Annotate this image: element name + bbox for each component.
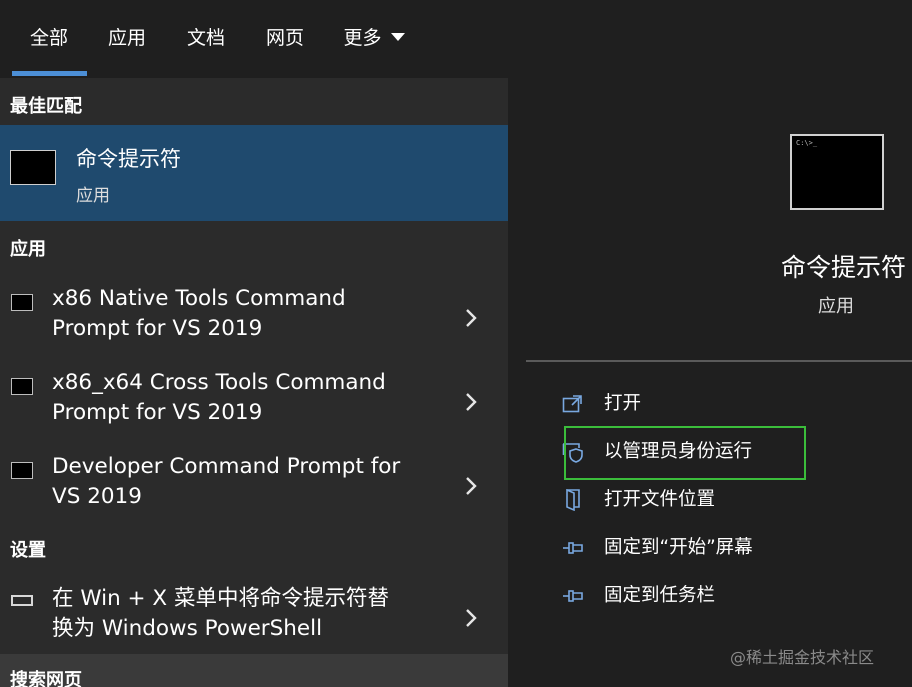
- app-item-label: Developer Command Prompt for VS 2019: [52, 452, 432, 512]
- app-item-x86-x64-cross-tools[interactable]: x86_x64 Cross Tools Command Prompt for V…: [0, 366, 508, 448]
- open-icon: [562, 395, 582, 413]
- settings-item-replace-powershell[interactable]: 在 Win + X 菜单中将命令提示符替 换为 Windows PowerShe…: [0, 582, 508, 664]
- chevron-right-icon[interactable]: [464, 308, 478, 328]
- chevron-right-icon[interactable]: [464, 608, 478, 628]
- action-pin-to-taskbar-label: 固定到任务栏: [604, 585, 716, 606]
- detail-title: 命令提示符: [780, 253, 906, 282]
- pin-icon: [563, 590, 583, 602]
- action-open-file-location-label: 打开文件位置: [604, 489, 716, 510]
- action-run-as-admin-label: 以管理员身份运行: [604, 441, 753, 462]
- chevron-right-icon[interactable]: [464, 392, 478, 412]
- app-item-line2: Prompt for VS 2019: [52, 400, 263, 425]
- file-location-icon: [566, 489, 580, 511]
- search-window: 全部 应用 文档 网页 更多 最佳匹配 命令提示符 应用 应用 x86 Nati…: [0, 0, 912, 687]
- pin-icon: [563, 542, 583, 554]
- tab-apps[interactable]: 应用: [98, 0, 156, 76]
- shield-icon: [562, 443, 583, 463]
- action-open-label: 打开: [604, 393, 642, 414]
- console-icon: [11, 462, 33, 479]
- settings-item-line1: 在 Win + X 菜单中将命令提示符替: [52, 586, 389, 611]
- section-heading-apps: 应用: [10, 239, 46, 260]
- detail-subtitle: 应用: [818, 296, 854, 317]
- app-item-x86-native-tools[interactable]: x86 Native Tools Command Prompt for VS 2…: [0, 282, 508, 364]
- section-heading-best-match: 最佳匹配: [10, 96, 82, 117]
- section-heading-web-search: 搜索网页: [10, 670, 82, 687]
- results-panel: 最佳匹配 命令提示符 应用 应用 x86 Native Tools Comman…: [0, 78, 508, 687]
- tab-web-label: 网页: [265, 27, 304, 49]
- taskbar-settings-icon: [11, 595, 33, 606]
- tab-web[interactable]: 网页: [256, 0, 314, 76]
- web-search-section: 搜索网页: [0, 654, 508, 687]
- app-item-label: x86 Native Tools Command Prompt for VS 2…: [52, 284, 432, 344]
- active-tab-indicator: [12, 71, 87, 76]
- tab-documents-label: 文档: [186, 27, 225, 49]
- tab-all-label: 全部: [29, 27, 68, 49]
- preview-glyph: C:\>_: [796, 139, 818, 147]
- action-pin-to-start-label: 固定到“开始”屏幕: [604, 537, 753, 558]
- command-prompt-large-icon: C:\>_: [790, 134, 884, 210]
- command-prompt-icon: [10, 150, 56, 185]
- filter-tab-bar: 全部 应用 文档 网页 更多: [0, 0, 912, 78]
- settings-item-line2: 换为 Windows PowerShell: [52, 616, 323, 641]
- section-heading-settings: 设置: [10, 540, 46, 561]
- tab-more[interactable]: 更多: [334, 0, 414, 76]
- chevron-right-icon[interactable]: [464, 476, 478, 496]
- best-match-subtitle: 应用: [76, 186, 110, 206]
- app-item-line2: VS 2019: [52, 484, 142, 509]
- app-item-line1: Developer Command Prompt for: [52, 454, 401, 479]
- app-item-line1: x86_x64 Cross Tools Command: [52, 370, 386, 395]
- app-item-developer-command-prompt[interactable]: Developer Command Prompt for VS 2019: [0, 450, 508, 532]
- tab-all[interactable]: 全部: [18, 0, 80, 76]
- app-item-label: x86_x64 Cross Tools Command Prompt for V…: [52, 368, 432, 428]
- tab-apps-label: 应用: [107, 27, 146, 49]
- best-match-item[interactable]: 命令提示符 应用: [0, 125, 508, 221]
- console-icon: [11, 294, 33, 311]
- settings-item-label: 在 Win + X 菜单中将命令提示符替 换为 Windows PowerShe…: [52, 584, 452, 644]
- console-icon: [11, 378, 33, 395]
- tab-more-label: 更多: [343, 27, 382, 49]
- watermark: @稀土掘金技术社区: [730, 648, 875, 667]
- app-item-line1: x86 Native Tools Command: [52, 286, 346, 311]
- tab-documents[interactable]: 文档: [177, 0, 235, 76]
- app-item-line2: Prompt for VS 2019: [52, 316, 263, 341]
- detail-panel: C:\>_ 命令提示符 应用 打开 以管理员身份运行 打开文件位置 固定到“开始…: [526, 96, 912, 687]
- chevron-down-icon: [390, 32, 405, 41]
- divider: [526, 360, 912, 362]
- best-match-title: 命令提示符: [76, 147, 181, 171]
